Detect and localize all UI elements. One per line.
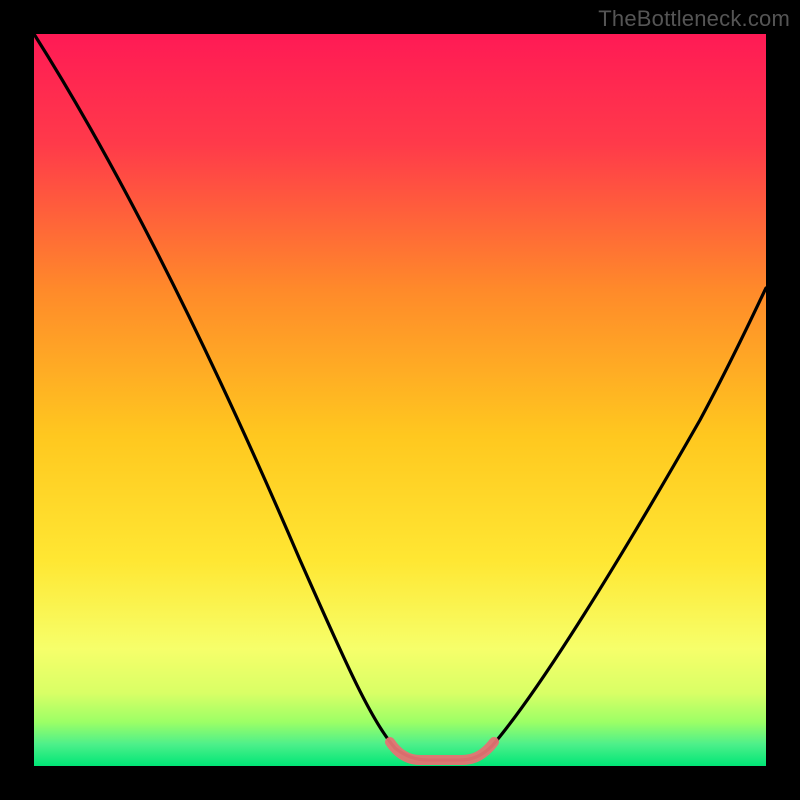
chart-plot-area xyxy=(34,34,766,766)
watermark-text: TheBottleneck.com xyxy=(598,6,790,32)
chart-stage: TheBottleneck.com xyxy=(0,0,800,800)
bottleneck-chart xyxy=(0,0,800,800)
